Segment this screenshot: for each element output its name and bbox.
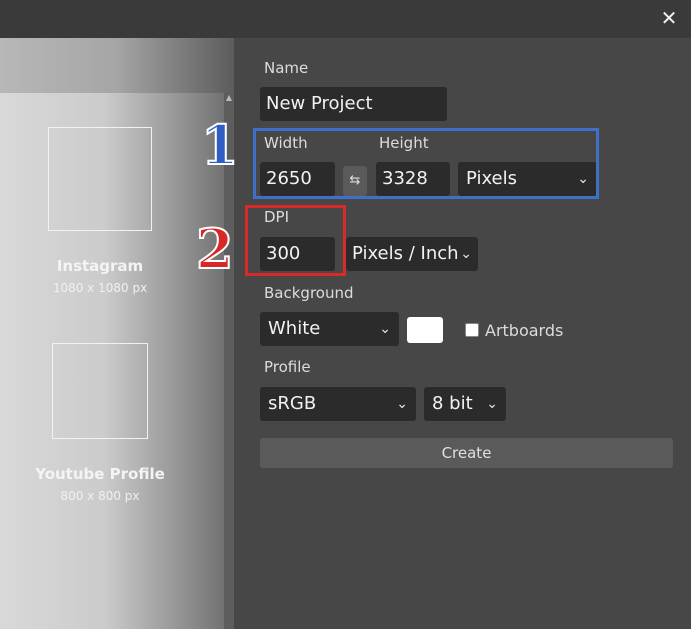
dpi-unit-select-value: Pixels / Inch bbox=[352, 243, 459, 264]
name-label: Name bbox=[264, 59, 309, 77]
preset-instagram[interactable]: Instagram 1080 x 1080 px bbox=[30, 127, 170, 295]
chevron-down-icon: ⌄ bbox=[486, 396, 498, 412]
annotation-box-dpi bbox=[245, 205, 346, 276]
background-select-value: White bbox=[268, 318, 321, 339]
bit-depth-select-value: 8 bit bbox=[432, 393, 473, 414]
annotation-marker-1: 1 bbox=[200, 113, 240, 177]
preset-size: 800 x 800 px bbox=[60, 489, 140, 503]
name-input[interactable]: New Project bbox=[260, 87, 447, 121]
chevron-down-icon: ⌄ bbox=[460, 246, 472, 262]
preset-name: Youtube Profile bbox=[35, 465, 165, 483]
artboards-label: Artboards bbox=[485, 321, 564, 340]
dpi-unit-select[interactable]: Pixels / Inch ⌄ bbox=[346, 237, 478, 271]
annotation-marker-2: 2 bbox=[195, 217, 235, 281]
chevron-down-icon: ⌄ bbox=[396, 396, 408, 412]
preset-name: Instagram bbox=[56, 257, 144, 275]
chevron-down-icon: ⌄ bbox=[379, 321, 391, 337]
background-label: Background bbox=[264, 284, 354, 302]
preset-youtube-profile[interactable]: Youtube Profile 800 x 800 px bbox=[25, 343, 175, 503]
preset-thumbnail bbox=[48, 127, 152, 231]
close-icon[interactable]: ✕ bbox=[657, 6, 681, 30]
preset-sidebar-header bbox=[0, 38, 234, 93]
scroll-up-icon[interactable]: ▲ bbox=[224, 93, 234, 103]
background-select[interactable]: White ⌄ bbox=[260, 312, 399, 346]
artboards-checkbox[interactable] bbox=[465, 323, 479, 337]
preset-thumbnail bbox=[52, 343, 148, 439]
create-button[interactable]: Create bbox=[260, 438, 673, 468]
background-color-swatch[interactable] bbox=[407, 317, 443, 343]
profile-select-value: sRGB bbox=[268, 393, 317, 414]
dialog-titlebar: ✕ bbox=[0, 0, 691, 38]
preset-size: 1080 x 1080 px bbox=[52, 281, 148, 295]
bit-depth-select[interactable]: 8 bit ⌄ bbox=[424, 387, 506, 421]
profile-label: Profile bbox=[264, 358, 311, 376]
annotation-box-size bbox=[253, 128, 599, 199]
profile-select[interactable]: sRGB ⌄ bbox=[260, 387, 416, 421]
